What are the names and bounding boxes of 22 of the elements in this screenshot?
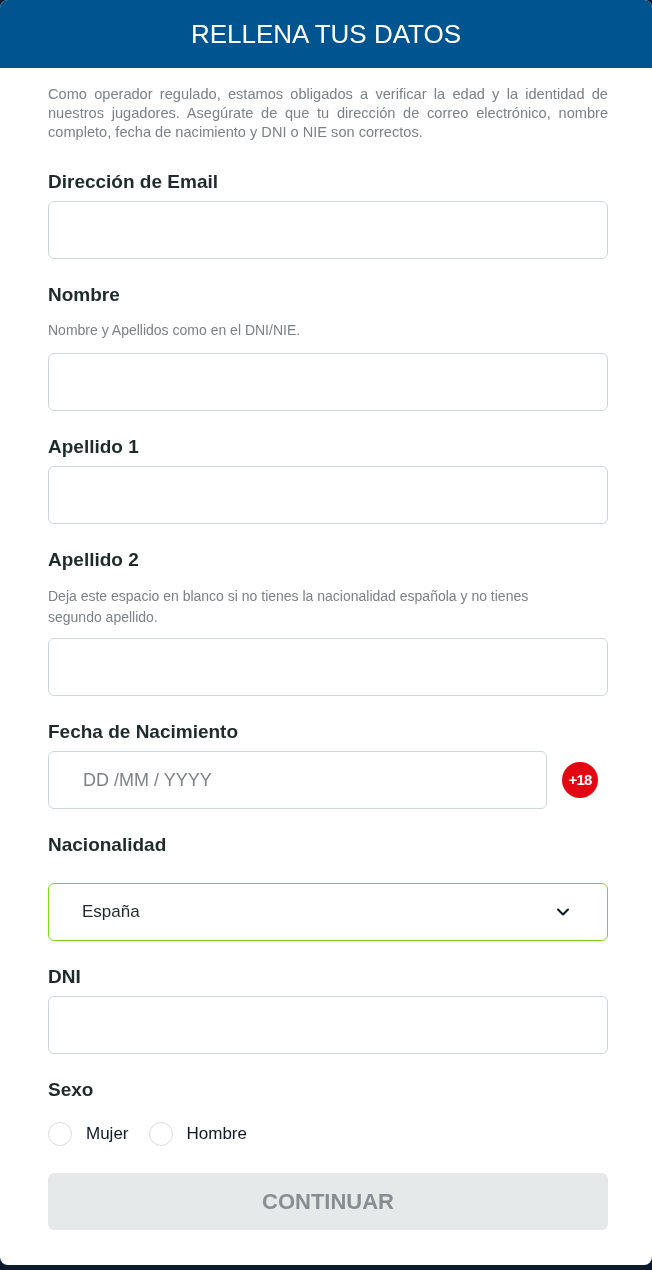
header-title: RELLENA TUS DATOS (190, 17, 462, 51)
radio-option[interactable]: Hombre (148, 1121, 247, 1147)
field-label: Fecha de Nacimiento (48, 720, 240, 744)
field-label: Nombre (48, 283, 121, 307)
text-field[interactable] (48, 638, 608, 696)
text-field[interactable] (48, 466, 608, 524)
text-field[interactable] (48, 996, 608, 1054)
field-label: Dirección de Email (48, 170, 219, 194)
field-hint: Deja este espacio en blanco si no tienes la nacionalidad española y no tienes segundo apellido. (48, 587, 530, 627)
text-field[interactable] (48, 353, 608, 411)
radio-option[interactable]: Mujer (48, 1121, 129, 1147)
nationality-select[interactable]: España (48, 883, 608, 941)
field-label: Apellido 2 (48, 548, 140, 572)
intro-text: Como operador regulado, estamos obligados a verificar la edad y la identidad de nuestros jugadores. Asegúrate de que tu dirección de correo electrónico, nombre completo, fecha de nacimiento y DNI o NIE son correctos. (48, 85, 608, 142)
text-field[interactable] (48, 201, 608, 259)
field-label: Apellido 1 (48, 435, 140, 459)
field-label: DNI (48, 965, 82, 989)
field-label: Sexo (48, 1078, 95, 1102)
field-hint: Nombre y Apellidos como en el DNI/NIE. (48, 321, 302, 340)
age-badge: +18 (562, 762, 598, 798)
date-field[interactable]: DD /MM / YYYY (48, 751, 547, 809)
field-label: Nacionalidad (48, 833, 168, 857)
